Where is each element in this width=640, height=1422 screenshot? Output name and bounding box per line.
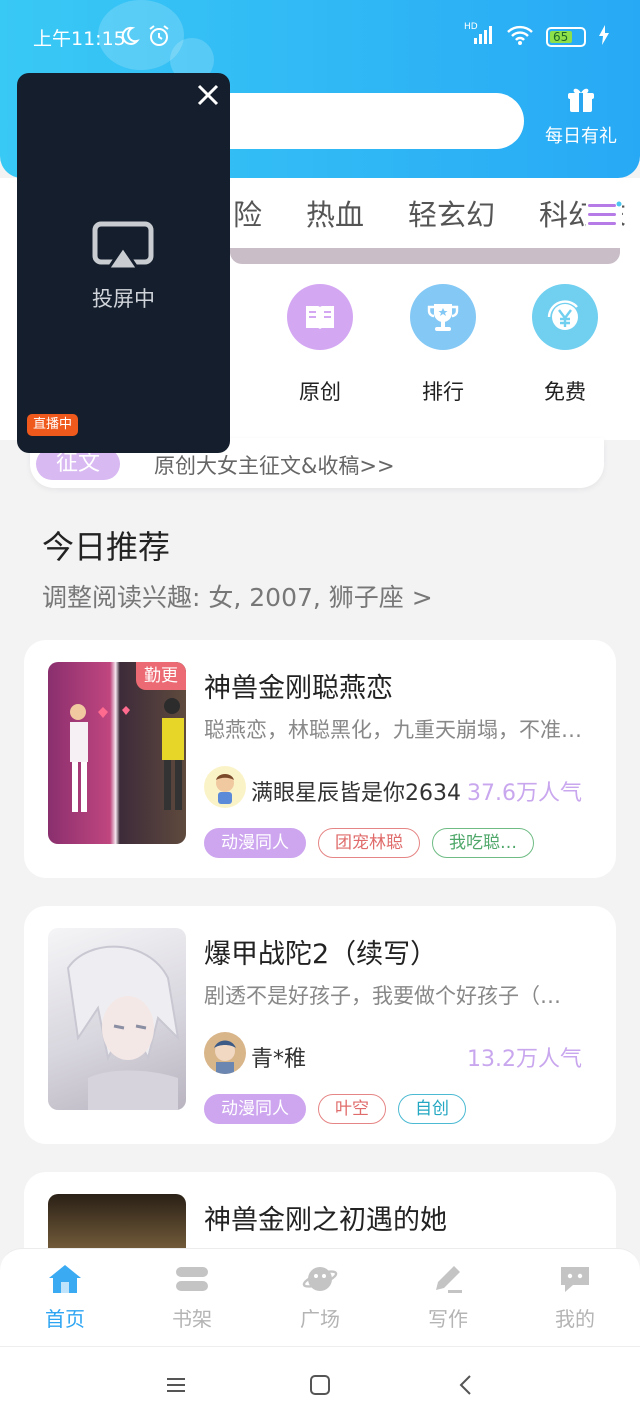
quick-link-label: 排行 [422,380,464,404]
bookshelf-icon [174,1267,210,1299]
nav-write[interactable]: 写作 [403,1263,493,1332]
daily-gift-label: 每日有礼 [545,126,617,147]
nav-label: 广场 [300,1307,340,1331]
status-icons: HD 65 [464,22,610,50]
nav-bookshelf[interactable]: 书架 [147,1263,237,1332]
nav-label: 写作 [428,1307,468,1331]
category-tabs: 险 热血 轻玄幻 科幻末 [233,192,626,234]
notice-text: 原创大女主征文&收稿>> [154,454,395,478]
category-tab[interactable]: 热血 [306,192,364,234]
gift-icon [567,88,595,118]
daily-gift-button[interactable]: 每日有礼 [540,86,622,148]
planet-icon [302,1267,338,1299]
author-avatar [204,766,246,808]
author-name: 满眼星辰皆是你2634 [251,781,461,806]
home-icon [47,1265,83,1299]
alarm-icon [146,24,172,52]
pen-icon [430,1266,466,1299]
tag[interactable]: 动漫同人 [204,1094,306,1124]
popularity-count: 13.2万人气 [467,1047,582,1072]
tag-list: 动漫同人 叶空 自创 [204,1094,466,1124]
system-nav-bar [0,1346,640,1422]
bottom-nav: 首页 书架 广场 写作 我的 [0,1248,640,1346]
update-badge: 勤更 [136,662,186,690]
book-title: 爆甲战陀2（续写） [204,939,438,970]
tag[interactable]: 我吃聪… [432,828,534,858]
close-icon[interactable] [194,81,222,109]
book-icon [287,284,353,350]
airplay-icon [92,221,154,275]
status-time: 上午11:15 [33,28,126,50]
tag-list: 动漫同人 团宠林聪 我吃聪… [204,828,534,858]
home-button-icon[interactable] [308,1373,332,1397]
wifi-icon [506,24,534,50]
book-card[interactable]: 勤更 神兽金刚聪燕恋 聪燕恋，林聪黑化，九重天崩塌，不准… 满眼星辰皆是你263… [24,640,616,878]
recents-icon[interactable] [164,1373,188,1397]
quick-link-free[interactable]: 免费 [520,284,610,406]
back-icon[interactable] [454,1373,478,1397]
book-title: 神兽金刚聪燕恋 [204,673,393,704]
nav-label: 我的 [555,1307,595,1331]
tag[interactable]: 动漫同人 [204,828,306,858]
category-tab[interactable]: 险 [233,192,262,234]
nav-label: 首页 [45,1307,85,1331]
quick-link-ranking[interactable]: 排行 [398,284,488,406]
nav-home[interactable]: 首页 [20,1263,110,1332]
chat-icon [557,1267,593,1299]
charging-icon [598,25,610,49]
live-badge: 直播中 [27,414,79,436]
banner[interactable] [230,248,620,264]
battery-percent: 65 [553,30,569,44]
network-type: HD [464,22,478,32]
book-title: 神兽金刚之初遇的她 [204,1205,447,1236]
nav-label: 书架 [172,1307,212,1331]
interest-adjust-link[interactable]: 调整阅读兴趣: 女, 2007, 狮子座 > [42,578,433,614]
book-cover [48,928,186,1110]
author-name: 青*稚 [251,1047,307,1072]
tag[interactable]: 叶空 [318,1094,386,1124]
book-description: 聪燕恋，林聪黑化，九重天崩塌，不准… [204,718,582,742]
trophy-icon [410,284,476,350]
battery-icon: 65 [546,27,586,47]
book-card[interactable]: 爆甲战陀2（续写） 剧透不是好孩子，我要做个好孩子（… 青*稚 13.2万人气 … [24,906,616,1144]
tag[interactable]: 自创 [398,1094,466,1124]
category-tab[interactable]: 轻玄幻 [408,192,495,234]
screen-cast-overlay[interactable]: 投屏中 直播中 [17,73,230,453]
app-page: 上午11:15 HD 65 每日有礼 险 热血 轻玄幻 科幻末 原创 排行 免费… [0,0,640,1422]
yen-icon [532,284,598,350]
menu-icon[interactable] [586,200,622,230]
quick-link-label: 原创 [299,380,341,404]
signal-icon: HD [464,22,494,50]
book-description: 剧透不是好孩子，我要做个好孩子（… [204,984,561,1008]
moon-icon [118,25,140,51]
nav-me[interactable]: 我的 [530,1263,620,1332]
author-avatar [204,1032,246,1074]
tag[interactable]: 团宠林聪 [318,828,420,858]
section-title: 今日推荐 [42,528,171,566]
book-cover: 勤更 [48,662,186,844]
popularity-count: 37.6万人气 [467,781,582,806]
nav-square[interactable]: 广场 [275,1263,365,1332]
quick-link-label: 免费 [544,380,586,404]
quick-link-original[interactable]: 原创 [275,284,365,406]
cast-status-label: 投屏中 [92,287,155,311]
status-bar: 上午11:15 HD 65 [0,0,640,74]
